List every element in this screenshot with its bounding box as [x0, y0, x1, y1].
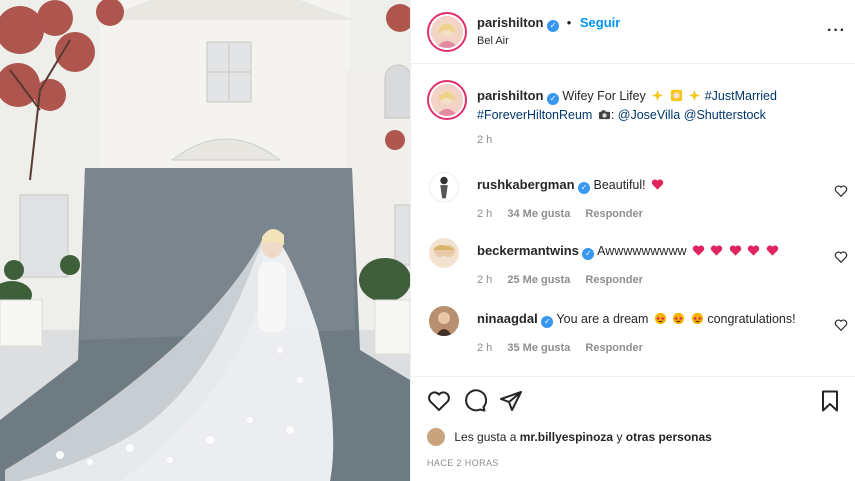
likes-summary: Les gusta a mr.billyespinoza y otras per…: [427, 428, 855, 446]
comment-bubble-icon[interactable]: [463, 389, 487, 413]
follow-button[interactable]: Seguir: [580, 15, 620, 30]
others-link[interactable]: otras personas: [626, 430, 712, 444]
likes-middle: y: [616, 430, 623, 444]
header-name-line: parishilton ✓ • Seguir: [477, 15, 620, 32]
camera-icon: [598, 110, 610, 120]
liker-avatar[interactable]: [427, 428, 445, 446]
share-paper-plane-icon[interactable]: [499, 389, 523, 413]
caption-avatar: [431, 84, 463, 116]
red-heart-icon: [729, 245, 742, 256]
mention-link[interactable]: @JoseVilla: [618, 108, 681, 122]
story-ring[interactable]: [427, 12, 467, 52]
comment-likes[interactable]: 34 Me gusta: [507, 208, 570, 220]
save-bookmark-icon[interactable]: [818, 389, 842, 413]
commenter-username[interactable]: beckermantwins: [477, 243, 579, 258]
red-heart-icon: [748, 245, 760, 256]
mention-link[interactable]: @Shutterstock: [684, 108, 766, 122]
verified-badge-icon: ✓: [547, 20, 560, 32]
verified-badge-icon: ✓: [546, 93, 559, 105]
sparkles-icon: [652, 89, 664, 102]
hashtag-link[interactable]: #ForeverHiltonReum: [477, 108, 592, 122]
comment-time: 2 h: [477, 342, 493, 354]
star-struck-emoji-icon: [654, 312, 666, 325]
comment-meta: 2 h 25 Me gusta Responder: [477, 274, 655, 286]
bride-emoji-icon: [670, 89, 682, 102]
comment-item: ninaagdal ✓ You are a dream congratulati…: [411, 306, 855, 374]
caption-username[interactable]: parishilton: [477, 88, 543, 103]
comment-text: Awwwwwwwww: [597, 244, 687, 258]
ellipsis-icon[interactable]: ···: [827, 22, 846, 40]
comment-line: ninaagdal ✓ You are a dream congratulati…: [477, 311, 796, 328]
action-bar: [411, 376, 855, 426]
reply-button[interactable]: Responder: [585, 208, 642, 220]
commenter-avatar[interactable]: [429, 306, 459, 336]
comment-time: 2 h: [477, 274, 493, 286]
comment-line: rushkabergman ✓ Beautiful!: [477, 177, 664, 194]
comment-likes[interactable]: 25 Me gusta: [507, 274, 570, 286]
red-heart-icon: [766, 245, 779, 256]
author-username[interactable]: parishilton: [477, 15, 543, 30]
verified-badge-icon: ✓: [578, 182, 591, 194]
wedding-photo-image: [0, 0, 410, 481]
location-link[interactable]: Bel Air: [477, 35, 509, 47]
caption-story-ring[interactable]: [427, 80, 467, 120]
red-heart-icon: [711, 245, 723, 256]
comment-line: beckermantwins ✓ Awwwwwwwww: [477, 243, 779, 260]
comment-time: 2 h: [477, 208, 493, 220]
post-detail-panel: parishilton ✓ • Seguir Bel Air ··· paris…: [410, 0, 855, 481]
post-photo[interactable]: [0, 0, 410, 481]
comment-meta: 2 h 34 Me gusta Responder: [477, 208, 655, 220]
verified-badge-icon: ✓: [582, 248, 595, 260]
verified-badge-icon: ✓: [541, 316, 554, 328]
star-struck-emoji-icon: [673, 312, 685, 325]
hashtag-link[interactable]: #JustMarried: [705, 89, 777, 103]
caption-body: Wifey For Lifey: [562, 89, 646, 103]
like-heart-icon[interactable]: [427, 389, 451, 413]
comment-text: Beautiful!: [593, 178, 646, 192]
likes-prefix: Les gusta a: [454, 430, 517, 444]
reply-button[interactable]: Responder: [585, 342, 642, 354]
separator-dot: •: [566, 15, 572, 30]
posted-time: HACE 2 HORAS: [427, 458, 499, 468]
avatar: [431, 16, 463, 48]
comment-item: beckermantwins ✓ Awwwwwwwww 2 h 25 Me gu…: [411, 238, 855, 306]
sparkles-icon: [689, 89, 701, 102]
like-comment-heart-icon[interactable]: [834, 184, 848, 198]
like-comment-heart-icon[interactable]: [834, 318, 848, 332]
comment-text: You are a dream: [556, 312, 649, 326]
commenter-username[interactable]: ninaagdal: [477, 311, 538, 326]
red-heart-icon: [651, 179, 664, 190]
liker-username[interactable]: mr.billyespinoza: [520, 430, 613, 444]
commenter-avatar[interactable]: [429, 238, 459, 268]
comment-meta: 2 h 35 Me gusta Responder: [477, 342, 655, 354]
caption-time: 2 h: [477, 134, 493, 146]
caption-text: parishilton ✓ Wifey For Lifey #JustMarri…: [477, 88, 777, 122]
commenter-avatar[interactable]: [429, 172, 459, 202]
comment-text-tail: congratulations!: [707, 312, 796, 326]
like-comment-heart-icon[interactable]: [834, 250, 848, 264]
commenter-username[interactable]: rushkabergman: [477, 177, 575, 192]
red-heart-icon: [692, 245, 705, 256]
star-struck-emoji-icon: [691, 312, 703, 325]
comment-item: rushkabergman ✓ Beautiful! 2 h 34 Me gus…: [411, 172, 855, 240]
reply-button[interactable]: Responder: [585, 274, 642, 286]
comment-likes[interactable]: 35 Me gusta: [507, 342, 570, 354]
post-header: parishilton ✓ • Seguir Bel Air ···: [411, 0, 855, 64]
